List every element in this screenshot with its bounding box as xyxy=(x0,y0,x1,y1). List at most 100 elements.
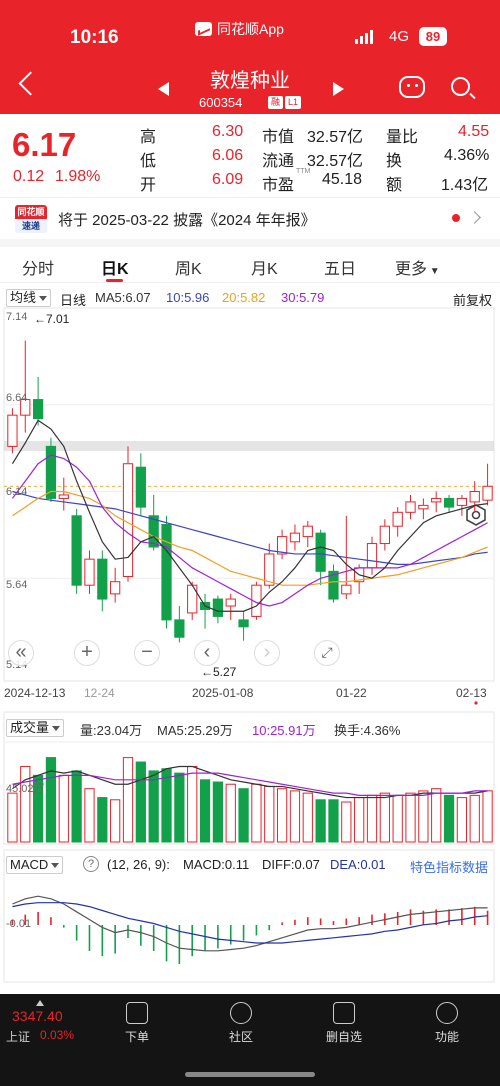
volume-bar xyxy=(418,790,429,843)
volume-bar xyxy=(354,797,365,843)
volume-bar xyxy=(289,790,301,843)
candle-body xyxy=(302,525,313,538)
diff-value: DIFF:0.07 xyxy=(262,857,320,872)
volume-bar xyxy=(443,794,455,843)
volume-bar xyxy=(148,770,159,843)
volume-bar xyxy=(45,757,57,843)
volume-bar xyxy=(225,783,236,843)
volume-ma5-line xyxy=(12,765,488,799)
volume-bar xyxy=(392,794,403,843)
macd-params: (12, 26, 9): xyxy=(107,857,170,872)
help-icon[interactable]: ? xyxy=(83,856,99,872)
order-icon xyxy=(126,1002,148,1024)
volume-bar xyxy=(276,788,288,843)
community-icon xyxy=(230,1002,252,1024)
candle-body xyxy=(431,497,442,503)
candle-body xyxy=(315,532,326,572)
dea-line xyxy=(12,902,488,944)
candle-body xyxy=(212,598,224,617)
candle-body xyxy=(289,532,301,543)
volume-bar xyxy=(379,792,390,843)
indicator-selector-volume[interactable]: 成交量 xyxy=(6,719,65,737)
date-tick-0: 2024-12-13 xyxy=(4,686,66,700)
max-price-label: ←7.01 xyxy=(34,312,70,326)
candle-body xyxy=(58,494,69,499)
volume-bar xyxy=(174,772,185,843)
bottom-toolbar: 3347.40 上证 0.03% 下单 社区 删自选 功能 xyxy=(0,994,500,1054)
volume-bar xyxy=(58,774,69,843)
expand-icon[interactable]: « xyxy=(8,640,34,666)
volume-bar xyxy=(456,797,468,843)
macd-y-label: -0.01 xyxy=(6,918,32,930)
zoom-in-icon[interactable]: + xyxy=(74,640,100,666)
date-tick-3: 01-22 xyxy=(336,686,367,700)
candle-body xyxy=(174,619,185,638)
candle-body xyxy=(122,463,134,578)
resistance-band xyxy=(4,441,494,451)
y-tick-top: 7.14 xyxy=(6,311,28,323)
candle-body xyxy=(238,619,249,628)
kline-chart[interactable] xyxy=(0,0,500,1086)
remove-watchlist-icon xyxy=(333,1002,355,1024)
volume-bar xyxy=(482,790,493,843)
candle-body xyxy=(482,485,493,501)
volume-bar xyxy=(199,779,211,843)
volume-ma5: MA5:25.29万 xyxy=(157,723,233,738)
special-indicator-link[interactable]: 特色指标数据 xyxy=(410,857,488,876)
volume-bar xyxy=(122,757,134,843)
dea-value: DEA:0.01 xyxy=(330,857,386,872)
volume-bar xyxy=(405,792,416,843)
index-value[interactable]: 3347.40 xyxy=(12,1008,63,1024)
latest-marker xyxy=(474,701,478,705)
candle-body xyxy=(32,399,44,420)
volume-y-label: 45.02万 xyxy=(6,783,45,795)
price-panel-frame xyxy=(3,307,495,682)
volume-bar xyxy=(328,799,339,843)
order-button[interactable]: 下单 xyxy=(107,1002,167,1045)
scroll-left-icon[interactable]: ‹ xyxy=(194,640,220,666)
y-tick-4: 5.64 xyxy=(6,579,28,591)
volume-bar xyxy=(469,794,480,843)
volume-ma10: 10:25.91万 xyxy=(252,723,316,738)
volume-bar xyxy=(366,794,378,843)
volume-ma10-line xyxy=(12,772,488,796)
candle-body xyxy=(418,504,429,510)
volume-bar xyxy=(251,783,262,843)
volume-bar xyxy=(264,785,275,843)
candle-body xyxy=(379,525,390,545)
candle-body xyxy=(71,515,82,586)
candle-body xyxy=(392,511,403,527)
index-name: 上证 xyxy=(6,1030,31,1044)
scroll-right-icon[interactable]: › xyxy=(254,640,280,666)
index-up-icon xyxy=(36,1000,44,1006)
volume-bar xyxy=(341,801,352,843)
home-indicator xyxy=(0,1054,500,1086)
candle-body xyxy=(161,523,172,621)
candle-body xyxy=(405,501,416,513)
functions-button[interactable]: 功能 xyxy=(417,1002,477,1045)
volume-bar xyxy=(212,781,224,843)
candle-body xyxy=(225,598,236,607)
volume-bar xyxy=(135,761,146,843)
candle-body xyxy=(341,584,352,595)
candle-body xyxy=(45,445,57,499)
volume-bar xyxy=(71,770,82,843)
zoom-out-icon[interactable]: − xyxy=(134,640,160,666)
volume-value: 量:23.04万 xyxy=(80,723,143,738)
volume-bar xyxy=(84,788,95,843)
candle-body xyxy=(84,558,95,586)
date-tick-2: 2025-01-08 xyxy=(192,686,254,700)
volume-bar xyxy=(20,765,31,843)
remove-watchlist-button[interactable]: 删自选 xyxy=(314,1002,374,1045)
volume-bar xyxy=(161,768,172,843)
date-tick-4: 02-13 xyxy=(456,686,487,700)
community-button[interactable]: 社区 xyxy=(211,1002,271,1045)
candle-body xyxy=(443,497,455,508)
candle-body xyxy=(97,558,108,600)
volume-bar xyxy=(7,792,18,843)
functions-icon xyxy=(436,1002,458,1024)
fullscreen-icon[interactable]: ⤢ xyxy=(314,640,340,666)
indicator-selector-macd[interactable]: MACD xyxy=(6,856,64,874)
candle-body xyxy=(135,466,146,508)
index-pct: 0.03% xyxy=(40,1028,75,1042)
